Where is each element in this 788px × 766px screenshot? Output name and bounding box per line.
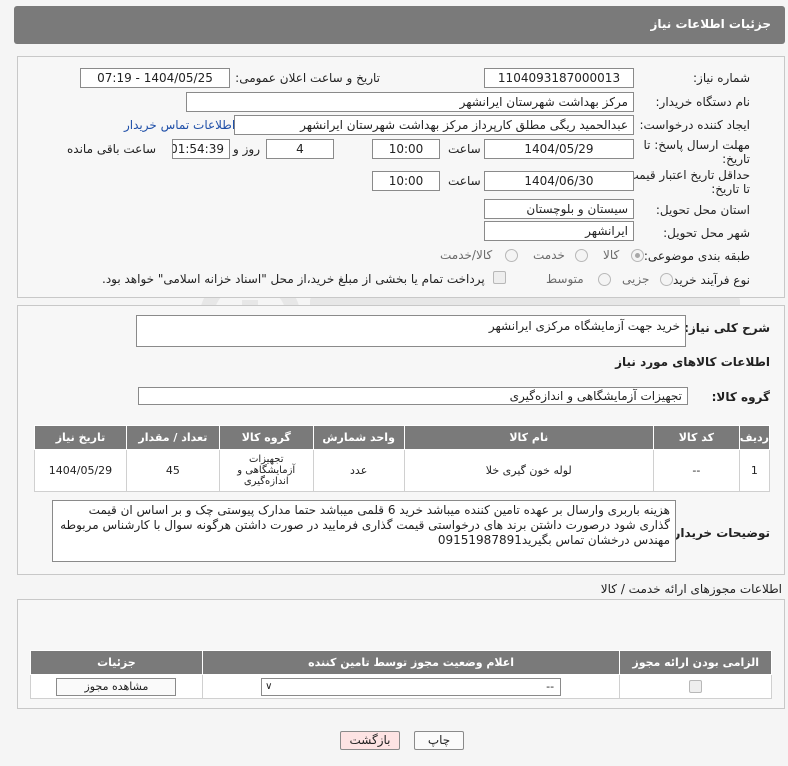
col-code: کد کالا (652, 425, 740, 450)
permits-title: اطلاعات مجوزهای ارائه خدمت / کالا (600, 582, 782, 596)
deadline-label-line1: مهلت ارسال پاسخ: تا (643, 138, 750, 152)
buyer-notes-label: توضیحات خریدار: (668, 526, 770, 540)
col-permit-required: الزامی بودن ارائه مجوز (619, 650, 772, 675)
cell-code: -- (652, 449, 740, 492)
col-permit-details: جزئیات (30, 650, 203, 675)
print-button[interactable]: چاپ (414, 731, 464, 750)
validity-date-field: 1404/06/30 (484, 171, 634, 191)
process-option-minor: جزیی (622, 272, 650, 286)
chevron-down-icon: ∨ (265, 680, 273, 692)
process-radio-minor[interactable] (660, 273, 673, 286)
category-option-goods: کالا (603, 248, 620, 262)
deadline-time-field: 10:00 (372, 139, 440, 159)
need-number-label: شماره نیاز: (693, 71, 750, 85)
creator-field: عبدالحمید ریگی مطلق کارپرداز مرکز بهداشت… (234, 115, 634, 135)
cell-date: 1404/05/29 (34, 449, 127, 492)
cell-group: تجهیزات آزمایشگاهی و اندازه‌گیری (218, 449, 314, 492)
page-header: جزئیات اطلاعات نیاز (14, 6, 785, 44)
category-radio-goods-service[interactable] (505, 249, 518, 262)
cell-qty: 45 (125, 449, 220, 492)
validity-label-line2: تا تاریخ: (711, 182, 750, 196)
permit-status-select[interactable]: -- ∨ (261, 677, 562, 696)
col-date: تاریخ نیاز (34, 425, 127, 450)
city-label: شهر محل تحویل: (663, 226, 750, 240)
city-field: ایرانشهر (484, 221, 634, 241)
goods-table: ردیف کد کالا نام کالا واحد شمارش گروه کا… (34, 425, 771, 492)
buyer-org-field: مرکز بهداشت شهرستان ایرانشهر (186, 92, 634, 112)
category-option-goods-service: کالا/خدمت (440, 248, 493, 262)
remaining-time-field: 01:54:39 (172, 139, 230, 159)
cell-row: 1 (738, 449, 771, 492)
buyer-notes-field: هزینه باربری وارسال بر عهده تامین کننده … (52, 500, 676, 562)
permit-details-cell: مشاهده مجوز (30, 674, 203, 699)
col-group: گروه کالا (218, 425, 314, 450)
table-row: -- ∨ مشاهده مجوز (30, 674, 772, 699)
permits-table: الزامی بودن ارائه مجوز اعلام وضعیت مجوز … (30, 650, 772, 699)
province-field: سیستان و بلوچستان (484, 199, 634, 219)
summary-field: خرید جهت آزمایشگاه مرکزی ایرانشهر (136, 315, 686, 347)
buyer-contact-link[interactable]: اطلاعات تماس خریدار (124, 118, 235, 132)
need-number-field: 1104093187000013 (484, 68, 634, 88)
deadline-label-line2: تاریخ: (722, 152, 750, 166)
buyer-org-label: نام دستگاه خریدار: (655, 95, 751, 109)
category-label: طبقه بندی موضوعی: (643, 249, 750, 263)
validity-time-field: 10:00 (372, 171, 440, 191)
goods-group-field: تجهیزات آزمایشگاهی و اندازه‌گیری (138, 387, 688, 405)
page-title: جزئیات اطلاعات نیاز (650, 17, 771, 31)
process-label: نوع فرآیند خرید : (665, 273, 750, 287)
creator-label: ایجاد کننده درخواست: (639, 118, 750, 132)
permits-table-header: الزامی بودن ارائه مجوز اعلام وضعیت مجوز … (30, 650, 772, 675)
table-row: 1 -- لوله خون گیری خلا عدد تجهیزات آزمای… (34, 449, 771, 492)
deadline-date-field: 1404/05/29 (484, 139, 634, 159)
category-radio-goods[interactable] (631, 249, 644, 262)
cell-unit: عدد (312, 449, 405, 492)
days-label: روز و (233, 142, 260, 156)
permit-required-checkbox (689, 680, 703, 694)
process-option-medium: متوسط (546, 272, 584, 286)
category-option-service: خدمت (533, 248, 565, 262)
treasury-payment-note: پرداخت تمام یا بخشی از مبلغ خرید،از محل … (102, 272, 485, 286)
col-permit-status: اعلام وضعیت مجوز توسط تامین کننده (201, 650, 621, 675)
permit-status-value: -- (546, 679, 555, 693)
deadline-time-label: ساعت (448, 142, 481, 156)
announce-datetime-field: 1404/05/25 - 07:19 (80, 68, 230, 88)
category-radio-service[interactable] (575, 249, 588, 262)
col-name: نام کالا (403, 425, 654, 450)
province-label: استان محل تحویل: (655, 203, 750, 217)
permit-status-cell: -- ∨ (201, 674, 621, 699)
goods-info-title: اطلاعات کالاهای مورد نیاز (615, 355, 770, 369)
cell-name: لوله خون گیری خلا (403, 449, 654, 492)
back-button[interactable]: بازگشت (340, 731, 400, 750)
col-qty: تعداد / مقدار (125, 425, 220, 450)
goods-group-label: گروه کالا: (711, 390, 770, 404)
remaining-days-field: 4 (266, 139, 334, 159)
validity-time-label: ساعت (448, 174, 481, 188)
summary-label: شرح کلی نیاز: (684, 321, 770, 335)
permit-required-cell (619, 674, 772, 699)
view-permit-button[interactable]: مشاهده مجوز (56, 677, 177, 696)
goods-table-header: ردیف کد کالا نام کالا واحد شمارش گروه کا… (34, 425, 771, 450)
remaining-time-label: ساعت باقی مانده (67, 142, 157, 156)
col-row: ردیف (738, 425, 771, 450)
validity-label-line1: حداقل تاریخ اعتبار قیمت: (623, 168, 750, 182)
announce-label: تاریخ و ساعت اعلان عمومی: (235, 71, 380, 85)
col-unit: واحد شمارش (312, 425, 405, 450)
treasury-payment-checkbox[interactable] (493, 271, 506, 284)
process-radio-medium[interactable] (598, 273, 611, 286)
